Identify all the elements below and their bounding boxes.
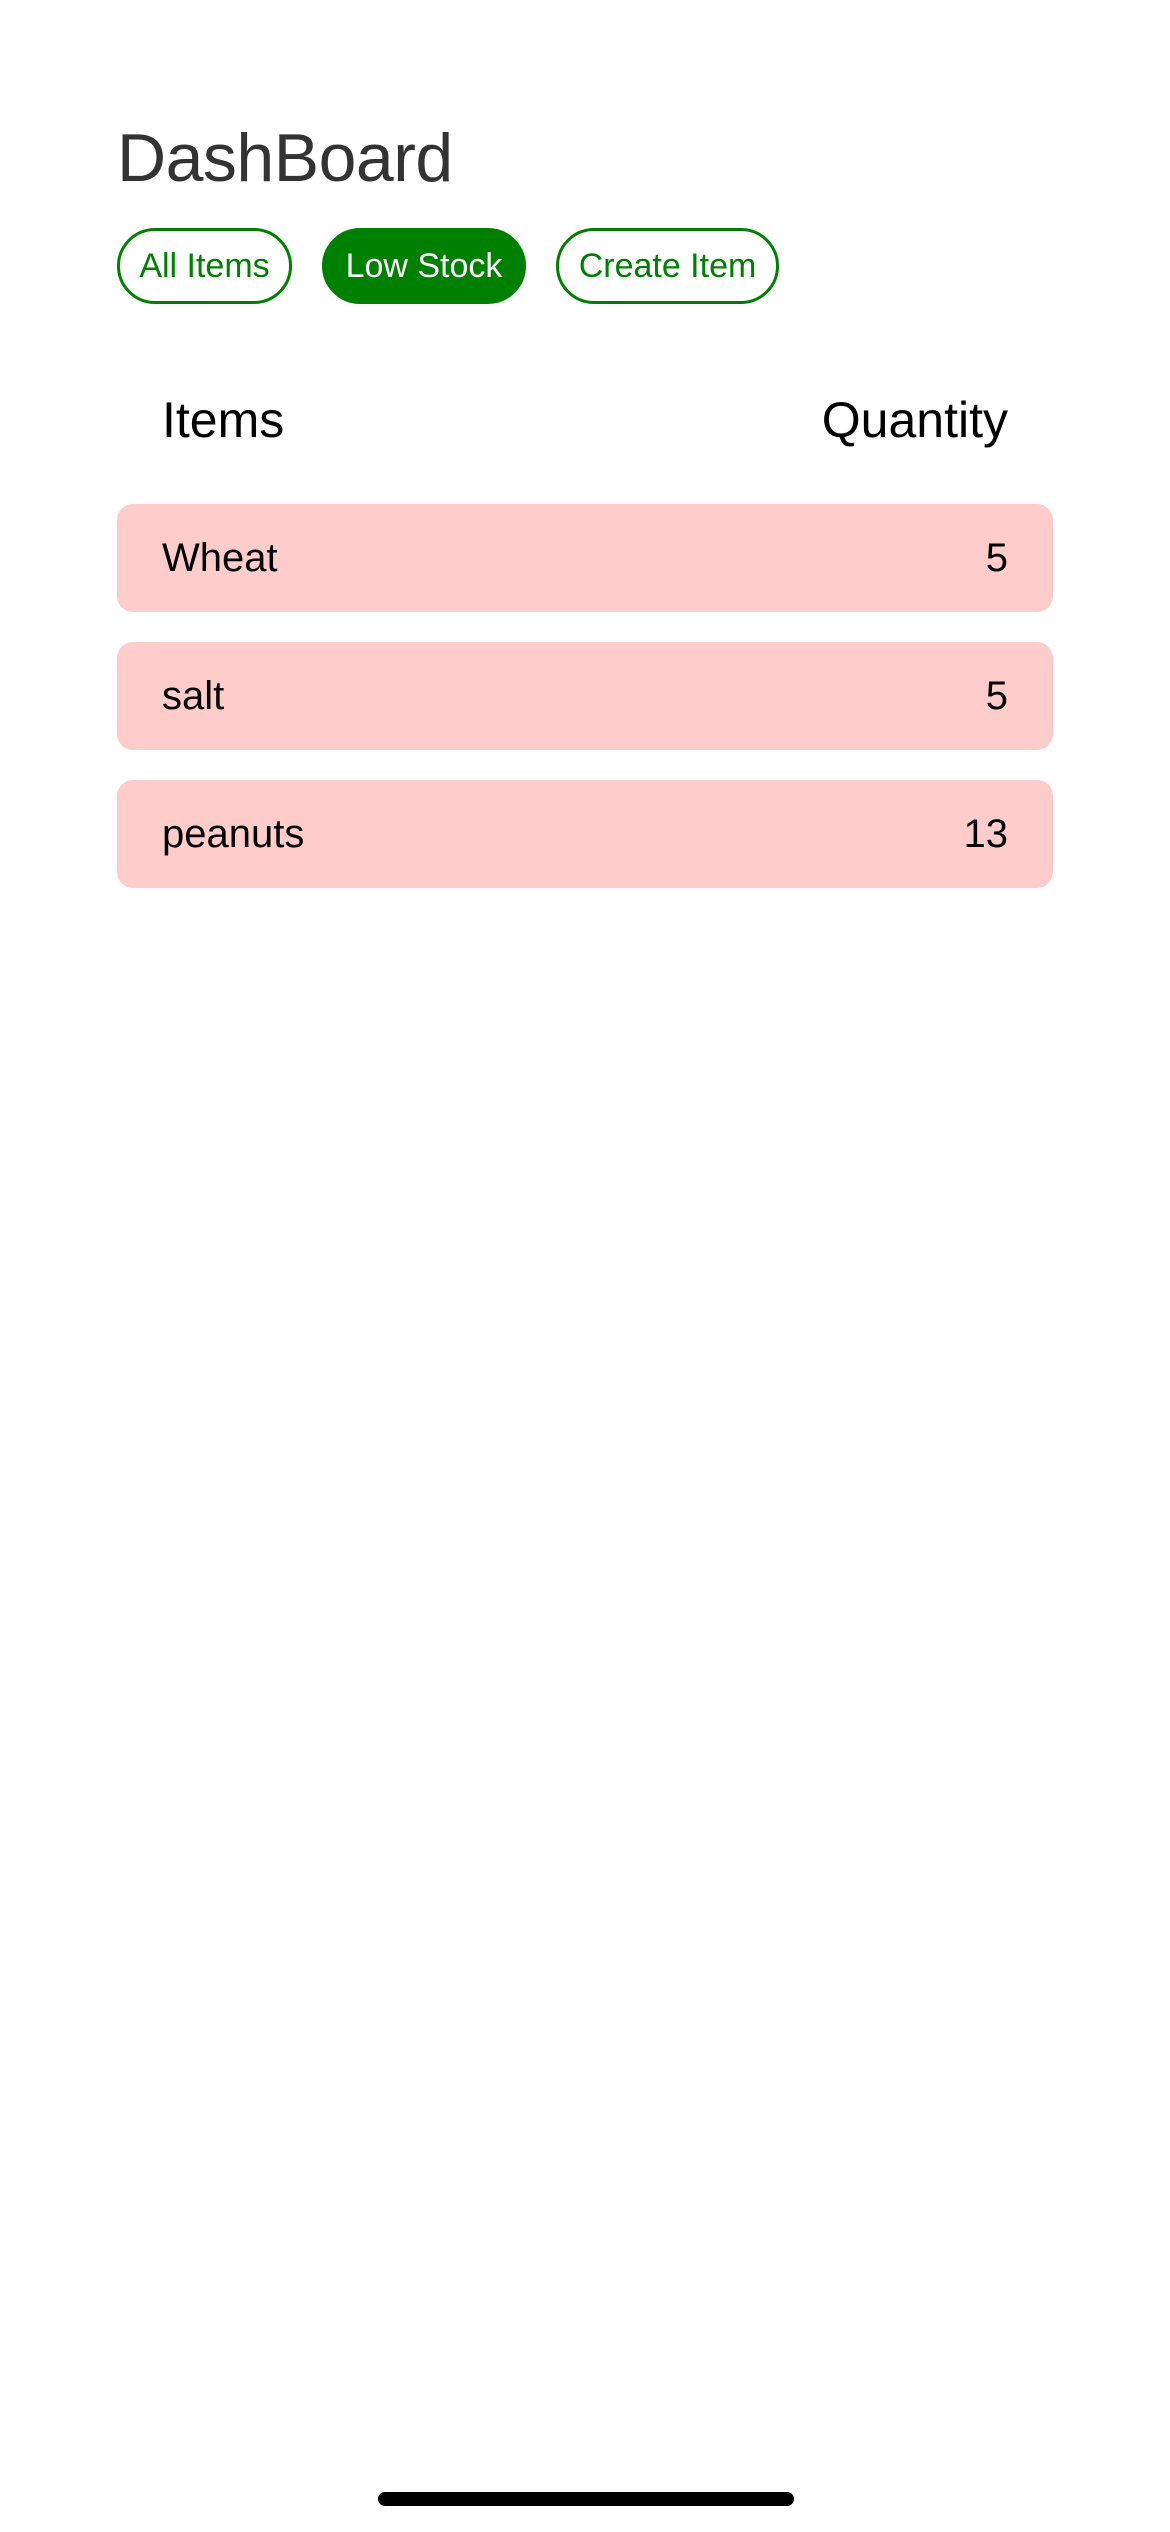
item-name: salt — [162, 673, 225, 718]
home-indicator[interactable] — [378, 2492, 794, 2506]
table-header: Items Quantity — [162, 388, 1008, 452]
item-quantity: 5 — [985, 673, 1008, 718]
item-name: Wheat — [162, 535, 278, 580]
column-header-items: Items — [162, 392, 285, 448]
item-name: peanuts — [162, 811, 305, 856]
table-row[interactable]: peanuts 13 — [117, 780, 1053, 888]
page-title: DashBoard — [117, 120, 453, 196]
item-list: Wheat 5 salt 5 peanuts 13 — [117, 504, 1053, 888]
tab-all-items[interactable]: All Items — [117, 228, 292, 304]
item-quantity: 13 — [963, 811, 1009, 856]
table-row[interactable]: Wheat 5 — [117, 504, 1053, 612]
tab-bar: All Items Low Stock Create Item — [117, 228, 779, 304]
column-header-quantity: Quantity — [821, 392, 1008, 448]
table-row[interactable]: salt 5 — [117, 642, 1053, 750]
tab-create-item[interactable]: Create Item — [556, 228, 779, 304]
item-quantity: 5 — [985, 535, 1008, 580]
tab-low-stock[interactable]: Low Stock — [322, 228, 526, 304]
